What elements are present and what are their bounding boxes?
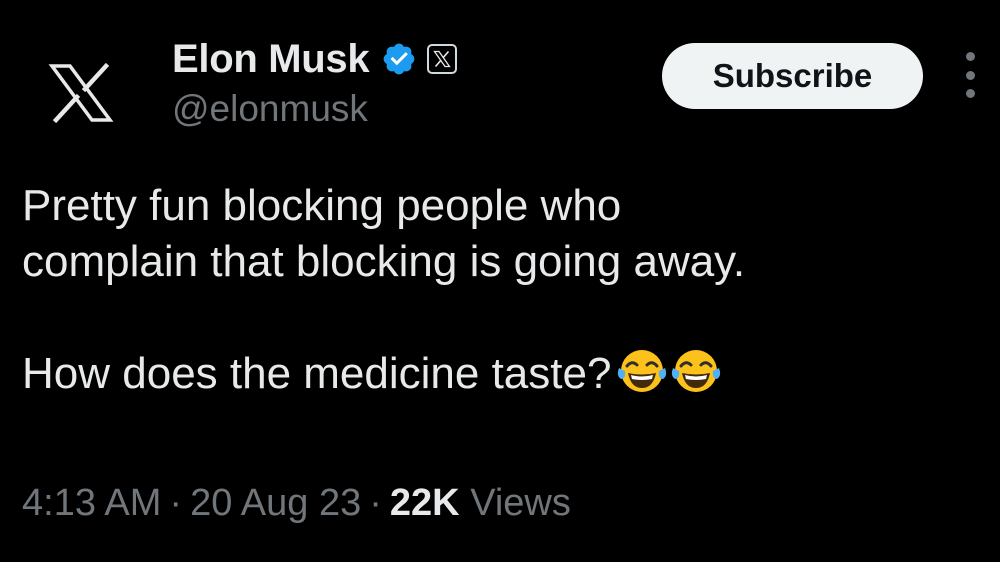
- tears-of-joy-emoji-icon: [618, 350, 667, 392]
- x-affiliate-badge-icon[interactable]: [427, 44, 458, 74]
- tears-of-joy-emoji-icon: [672, 350, 721, 392]
- avatar[interactable]: [26, 38, 136, 148]
- author-info: Elon Musk @elonmusk: [172, 36, 458, 130]
- display-name[interactable]: Elon Musk: [172, 37, 370, 82]
- views-count[interactable]: 22K: [390, 482, 460, 524]
- separator: ·: [369, 482, 382, 524]
- dot: [965, 70, 975, 80]
- tweet-line: complain that blocking is going away.: [22, 237, 746, 286]
- tweet-time[interactable]: 4:13 AM: [22, 482, 161, 524]
- views-label: Views: [470, 482, 571, 524]
- tweet-line: Pretty fun blocking people who: [22, 181, 622, 230]
- tweet-card: Elon Musk @elonmusk Subscribe Pretty fun…: [0, 0, 1000, 562]
- separator: ·: [169, 482, 183, 524]
- tweet-line: How does the medicine taste?: [22, 349, 612, 398]
- name-row: Elon Musk: [172, 36, 458, 82]
- dot: [965, 89, 975, 98]
- tweet-line-with-emoji: How does the medicine taste?: [22, 346, 982, 402]
- verified-badge-icon[interactable]: [381, 41, 417, 77]
- tweet-date[interactable]: 20 Aug 23: [190, 482, 361, 524]
- tweet-metadata: 4:13 AM · 20 Aug 23 · 22K Views: [22, 482, 571, 525]
- tweet-text: Pretty fun blocking people who complain …: [22, 178, 982, 402]
- x-logo-icon: [48, 62, 114, 124]
- subscribe-button[interactable]: Subscribe: [662, 43, 923, 109]
- user-handle[interactable]: @elonmusk: [172, 88, 457, 130]
- dot: [965, 52, 975, 61]
- more-options-icon[interactable]: [958, 52, 982, 98]
